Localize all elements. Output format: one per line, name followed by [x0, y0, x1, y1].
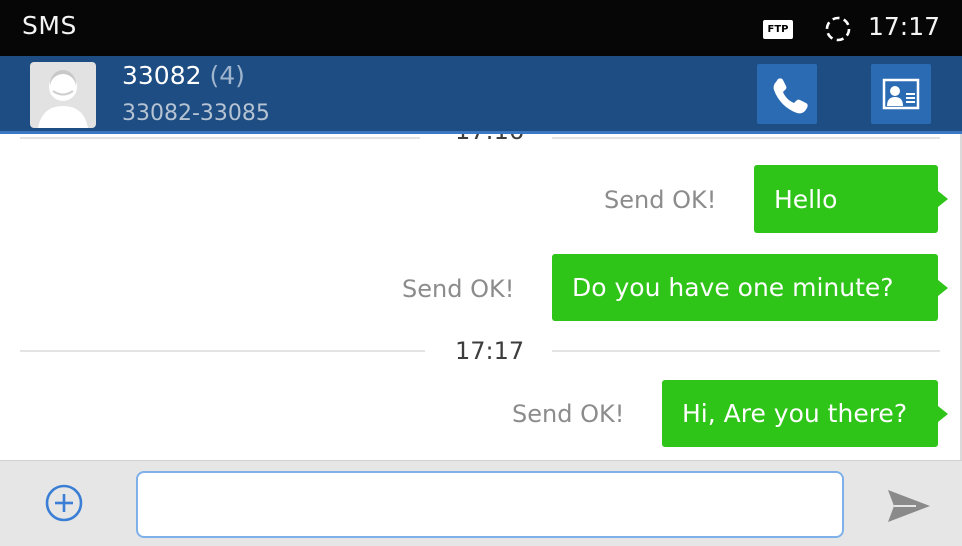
message-count: (4)	[209, 61, 245, 90]
timestamp-partial: 17:16	[455, 134, 524, 145]
message-bubble[interactable]: Hello	[754, 165, 948, 233]
message-input[interactable]	[136, 471, 844, 538]
app-title: SMS	[22, 11, 77, 40]
send-status: Send OK!	[604, 186, 717, 214]
plus-circle-icon	[45, 484, 83, 522]
phone-icon	[773, 78, 808, 114]
send-button[interactable]	[886, 486, 932, 526]
add-attachment-button[interactable]	[44, 483, 84, 523]
status-time: 17:17	[868, 12, 941, 41]
divider-line	[552, 137, 940, 139]
contact-name: 33082 (4)	[122, 61, 245, 90]
send-arrow-icon	[888, 490, 930, 522]
message-bubble[interactable]: Do you have one minute?	[552, 254, 948, 321]
contact-number: 33082	[122, 61, 202, 90]
contact-card-button[interactable]	[871, 64, 931, 124]
timestamp: 17:17	[455, 337, 525, 365]
ftp-icon: FTP	[763, 20, 793, 39]
send-status: Send OK!	[402, 275, 515, 303]
composer-bar	[0, 460, 962, 546]
message-list[interactable]: 17:16 Send OK! Hello Send OK! Do you hav…	[0, 134, 962, 460]
conversation-header: 33082 (4) 33082-33085	[0, 56, 962, 134]
divider-line	[20, 350, 425, 352]
person-icon	[38, 70, 88, 128]
status-bar: SMS FTP 17:17	[0, 0, 962, 56]
contact-card-icon	[882, 78, 920, 110]
call-button[interactable]	[757, 64, 817, 124]
message-bubble[interactable]: Hi, Are you there?	[662, 380, 948, 447]
divider-line	[20, 137, 420, 139]
avatar[interactable]	[30, 62, 96, 128]
send-status: Send OK!	[512, 400, 625, 428]
sync-icon	[825, 16, 851, 42]
contact-range: 33082-33085	[122, 101, 270, 126]
divider-line	[552, 350, 940, 352]
